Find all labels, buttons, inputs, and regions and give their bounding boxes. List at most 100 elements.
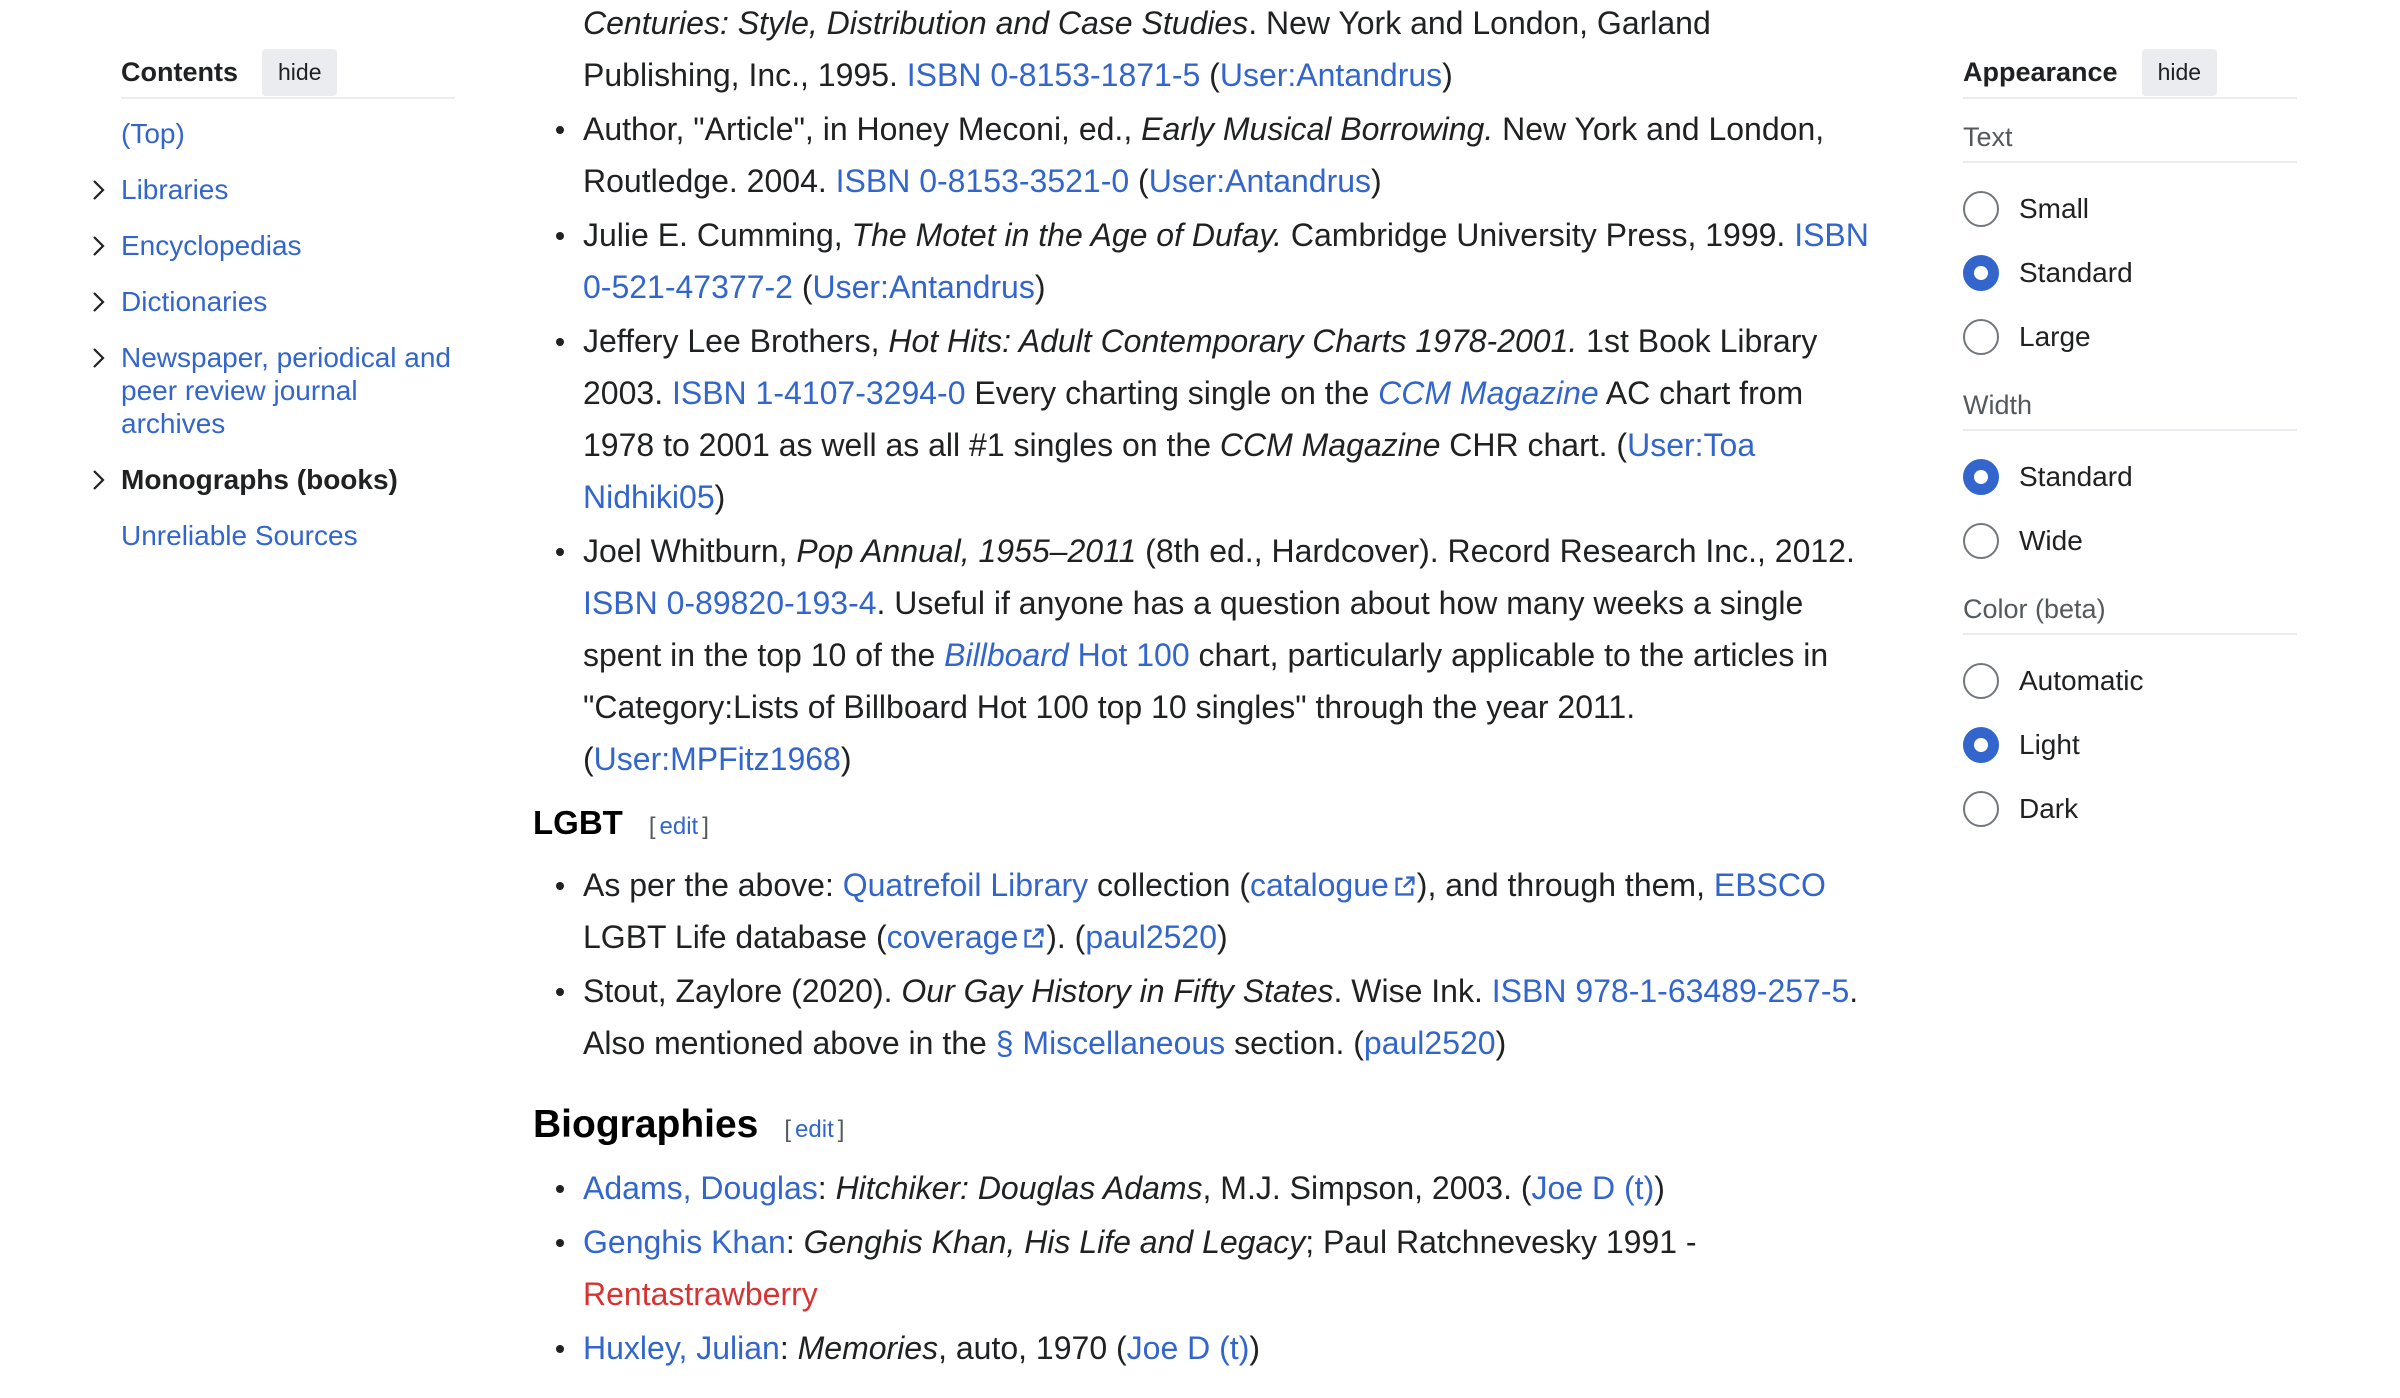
radio-button[interactable] <box>1963 791 1999 827</box>
italic-text: Hot Hits: Adult Contemporary Charts 1978… <box>888 323 1578 359</box>
link[interactable]: Hot 100 <box>1069 637 1190 673</box>
radio-label: Large <box>2019 321 2091 352</box>
external-link-label: coverage <box>886 919 1019 955</box>
chevron-right-icon[interactable] <box>87 173 111 206</box>
list-item: As per the above: Quatrefoil Library col… <box>533 859 1873 963</box>
radio-option[interactable]: Light <box>1963 713 2297 777</box>
link[interactable]: paul2520 <box>1085 919 1217 955</box>
text-span: collection ( <box>1088 867 1250 903</box>
toc-item-label[interactable]: Dictionaries <box>121 286 267 317</box>
text-span: ) <box>714 479 726 515</box>
appearance-groups: Text Small Standard Large Width Standard Wide C… <box>1963 113 2297 841</box>
italic-text: Hitchiker: Douglas Adams <box>835 1170 1203 1206</box>
link[interactable]: Joe D <box>1127 1330 1211 1366</box>
text-span: ) <box>1442 57 1453 93</box>
section-heading-biographies: Biographies [edit] <box>533 1097 1873 1158</box>
link[interactable]: CCM Magazine <box>1378 375 1599 411</box>
toc-item-label[interactable]: (Top) <box>121 118 185 149</box>
appearance-title: Appearance <box>1963 57 2118 87</box>
link[interactable]: User:Antandrus <box>812 269 1034 305</box>
text-span: Joel Whitburn, <box>583 533 797 569</box>
radio-button[interactable] <box>1963 727 1999 763</box>
radio-option[interactable]: Dark <box>1963 777 2297 841</box>
link[interactable]: § Miscellaneous <box>996 1025 1225 1061</box>
link[interactable]: Adams, Douglas <box>583 1170 818 1206</box>
italic-text: CCM Magazine <box>1219 427 1441 463</box>
radio-option[interactable]: Wide <box>1963 509 2297 573</box>
chevron-right-icon[interactable] <box>87 285 111 318</box>
link[interactable]: User:Antandrus <box>1149 163 1371 199</box>
text-span: ( <box>792 269 813 305</box>
radio-option[interactable]: Large <box>1963 305 2297 369</box>
edit-link[interactable]: edit <box>795 1116 834 1143</box>
radio-button[interactable] <box>1963 663 1999 699</box>
chevron-right-icon[interactable] <box>87 341 111 374</box>
text-span: . Wise Ink. <box>1333 973 1492 1009</box>
radio-option[interactable]: Small <box>1963 177 2297 241</box>
table-of-contents: Contents hide (Top) Libraries Encyclopedia… <box>93 48 455 575</box>
appearance-panel: Appearance hide Text Small Standard Large Wi… <box>1963 48 2297 841</box>
radio-option[interactable]: Standard <box>1963 445 2297 509</box>
chevron-right-icon[interactable] <box>87 463 111 496</box>
text-span: ) <box>1217 919 1228 955</box>
link[interactable]: Huxley, Julian <box>583 1330 780 1366</box>
edit-section: [edit] <box>784 1102 844 1158</box>
text-span: ; Paul Ratchnevesky 1991 - <box>1305 1224 1697 1260</box>
toc-hide-button[interactable]: hide <box>262 49 338 96</box>
link[interactable]: ISBN 0-89820-193-4 <box>583 585 877 621</box>
radio-button[interactable] <box>1963 459 1999 495</box>
list-item: Adams, Douglas: Hitchiker: Douglas Adams… <box>533 1162 1873 1214</box>
chevron-right-icon[interactable] <box>87 229 111 262</box>
external-link-icon <box>1022 913 1046 948</box>
toc-item: Encyclopedias <box>93 229 455 262</box>
link[interactable]: EBSCO <box>1714 867 1826 903</box>
toc-item-label[interactable]: Monographs (books) <box>121 464 398 495</box>
italic-text: Pop Annual, 1955–2011 <box>796 533 1137 569</box>
link[interactable]: Quatrefoil Library <box>843 867 1088 903</box>
text-span: ), and through them, <box>1416 867 1714 903</box>
text-span: ) <box>1654 1170 1665 1206</box>
toc-item-label[interactable]: Libraries <box>121 174 228 205</box>
red-link[interactable]: Rentastrawberry <box>583 1276 818 1312</box>
text-span: Jeffery Lee Brothers, <box>583 323 889 359</box>
link[interactable]: ISBN 1-4107-3294-0 <box>672 375 966 411</box>
external-link[interactable]: catalogue <box>1250 867 1417 903</box>
link[interactable]: User:MPFitz1968 <box>594 741 841 777</box>
link[interactable]: ISBN 978-1-63489-257-5 <box>1492 973 1850 1009</box>
lgbt-list: As per the above: Quatrefoil Library col… <box>533 859 1873 1069</box>
toc-item-label[interactable]: Unreliable Sources <box>121 520 358 551</box>
edit-bracket-close: ] <box>837 1116 845 1143</box>
appearance-hide-button[interactable]: hide <box>2141 49 2218 96</box>
radio-button[interactable] <box>1963 255 1999 291</box>
link[interactable]: Billboard <box>944 637 1069 673</box>
toc-item: Dictionaries <box>93 285 455 318</box>
text-span: LGBT Life database ( <box>583 919 887 955</box>
radio-button[interactable] <box>1963 191 1999 227</box>
toc-item-label[interactable]: Encyclopedias <box>121 230 302 261</box>
link[interactable]: User:Antandrus <box>1220 57 1442 93</box>
text-span: As per the above: <box>583 867 843 903</box>
section-title: Biographies <box>533 1103 759 1146</box>
edit-link[interactable]: edit <box>660 813 699 840</box>
link[interactable]: (t) <box>1219 1330 1249 1366</box>
text-span: Cambridge University Press, 1999. <box>1281 217 1795 253</box>
radio-button[interactable] <box>1963 319 1999 355</box>
italic-text: Memories <box>797 1330 939 1366</box>
radio-label: Dark <box>2019 793 2079 824</box>
radio-option[interactable]: Standard <box>1963 241 2297 305</box>
radio-option[interactable]: Automatic <box>1963 649 2297 713</box>
link[interactable]: Genghis Khan <box>583 1224 786 1260</box>
radio-button[interactable] <box>1963 523 1999 559</box>
link[interactable]: (t) <box>1624 1170 1654 1206</box>
toc-item-label[interactable]: Newspaper, periodical and peer review jo… <box>121 342 451 439</box>
group-label: Color (beta) <box>1963 585 2297 635</box>
text-span: (8th ed., Hardcover). Record Research In… <box>1136 533 1855 569</box>
link[interactable]: ISBN 0-8153-3521-0 <box>836 163 1130 199</box>
toc-list: (Top) Libraries Encyclopedias Dictionaries N… <box>93 117 455 552</box>
link[interactable]: paul2520 <box>1364 1025 1496 1061</box>
external-link[interactable]: coverage <box>887 919 1047 955</box>
text-span: CHR chart. ( <box>1440 427 1628 463</box>
link[interactable]: Joe D <box>1532 1170 1616 1206</box>
radio-label: Light <box>2019 729 2080 760</box>
link[interactable]: ISBN 0-8153-1871-5 <box>907 57 1201 93</box>
